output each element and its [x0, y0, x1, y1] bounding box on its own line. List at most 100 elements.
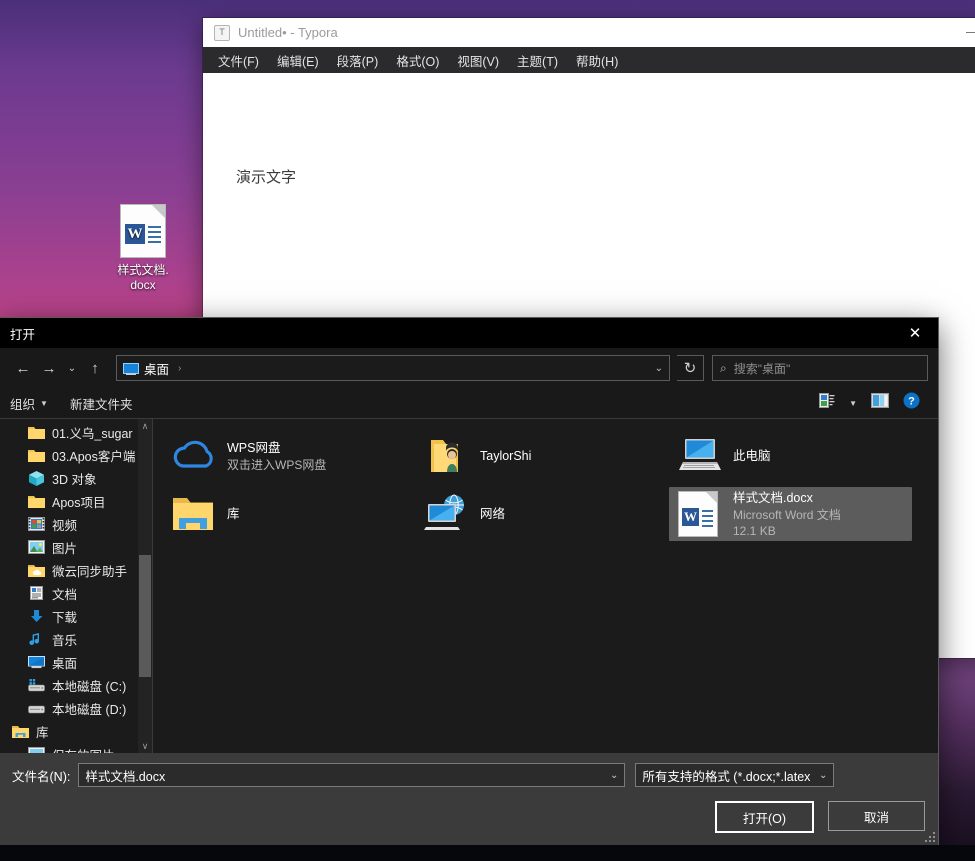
sidebar-item-label: 音乐 — [52, 634, 78, 648]
sidebar-item-downloads[interactable]: 下载 — [0, 605, 152, 628]
sidebar-item-libraries[interactable]: 库 — [0, 720, 152, 743]
filename-label: 文件名(N): — [12, 769, 71, 784]
sidebar-item-label: 库 — [36, 726, 49, 740]
recent-locations-chevron-down-icon[interactable]: ⌄ — [62, 355, 82, 381]
taskbar[interactable] — [0, 845, 975, 861]
arrow-right-icon[interactable]: → — [36, 355, 62, 381]
sidebar-item-videos[interactable]: 视频 — [0, 513, 152, 536]
file-item-taylorshi[interactable]: TaylorShi — [406, 427, 659, 485]
sidebar-item-label: 图片 — [52, 542, 78, 556]
dialog-footer: 文件名(N): 样式文档.docx ⌄ 所有支持的格式 (*.docx;*.la… — [0, 753, 938, 845]
arrow-up-icon[interactable]: ↑ — [82, 355, 108, 381]
arrow-left-icon[interactable]: ← — [10, 355, 36, 381]
breadcrumb-current[interactable]: 桌面 — [144, 359, 169, 378]
view-options-icon[interactable] — [819, 392, 835, 414]
word-doc-icon: W — [121, 205, 165, 257]
cancel-button[interactable]: 取消 — [828, 801, 925, 831]
close-icon[interactable]: ✕ — [892, 318, 938, 348]
sidebar-item-weiyun-sync[interactable]: 微云同步助手 — [0, 559, 152, 582]
view-chevron-down-icon[interactable]: ▼ — [849, 399, 857, 408]
open-button[interactable]: 打开(O) — [715, 801, 814, 833]
sidebar-item-label: 01.义乌_sugar — [52, 427, 133, 441]
sidebar-item-saved-pictures[interactable]: 保存的图片 — [0, 743, 152, 753]
file-item-wps-cloud[interactable]: WPS网盘 双击进入WPS网盘 — [153, 427, 406, 485]
chevron-right-icon[interactable]: › — [178, 363, 181, 374]
menu-item-help[interactable]: 帮助(H) — [567, 47, 627, 74]
menu-item-view[interactable]: 视图(V) — [448, 47, 508, 74]
system-drive-icon — [28, 678, 45, 693]
filename-value: 样式文档.docx — [85, 769, 166, 784]
resize-grip-icon[interactable] — [923, 830, 935, 842]
cloud-icon — [169, 434, 217, 478]
this-pc-icon — [675, 434, 723, 478]
open-file-dialog: 打开 ✕ ← → ⌄ ↑ 桌面 › ⌄ ↻ ⌕ 搜索"桌面" 组织 ▼ 新建文件… — [0, 318, 938, 845]
pictures-icon — [28, 540, 45, 555]
3d-objects-icon — [28, 471, 45, 486]
toolbar-right-group: ▼ ? — [819, 392, 928, 414]
dialog-toolbar: 组织 ▼ 新建文件夹 ▼ ? — [0, 388, 938, 419]
new-folder-button[interactable]: 新建文件夹 — [70, 394, 133, 413]
file-item-text: TaylorShi — [480, 448, 531, 465]
file-name: 网络 — [480, 506, 506, 521]
chevron-down-icon[interactable]: ⌄ — [655, 363, 663, 374]
sidebar-item-desktop[interactable]: 桌面 — [0, 651, 152, 674]
chevron-up-icon[interactable]: ∧ — [138, 419, 152, 433]
filename-row: 文件名(N): 样式文档.docx ⌄ 所有支持的格式 (*.docx;*.la… — [12, 763, 926, 787]
file-item-network[interactable]: 网络 — [406, 485, 659, 543]
filetype-value: 所有支持的格式 (*.docx;*.latex — [642, 769, 811, 784]
menu-item-edit[interactable]: 编辑(E) — [268, 47, 328, 74]
filename-input[interactable]: 样式文档.docx ⌄ — [78, 763, 626, 787]
chevron-down-icon[interactable]: ⌄ — [610, 770, 618, 781]
chevron-down-icon[interactable]: ∨ — [138, 739, 152, 753]
sidebar-item-label: 03.Apos客户端 — [52, 450, 136, 464]
file-item-style-document-docx[interactable]: W 样式文档.docx Microsoft Word 文档 12.1 KB — [659, 485, 912, 543]
navigation-tree: 01.义乌_sugar 03.Apos客户端 3D 对象 Apos项目 视频 图… — [0, 419, 152, 753]
sidebar-item-music[interactable]: 音乐 — [0, 628, 152, 651]
file-item-text: 库 — [227, 506, 240, 523]
menu-item-theme[interactable]: 主题(T) — [508, 47, 567, 74]
chevron-down-icon: ▼ — [40, 398, 48, 408]
file-item-this-pc[interactable]: 此电脑 — [659, 427, 912, 485]
sidebar-item-3d-objects[interactable]: 3D 对象 — [0, 467, 152, 490]
sidebar-item-local-disk-c[interactable]: 本地磁盘 (C:) — [0, 674, 152, 697]
file-name: 此电脑 — [733, 448, 771, 463]
menu-item-file[interactable]: 文件(F) — [209, 47, 268, 74]
navigation-scrollbar[interactable]: ∧ ∨ — [138, 419, 152, 753]
desktop-icon-label-line2: docx — [130, 278, 156, 292]
chevron-down-icon[interactable]: ⌄ — [815, 770, 827, 781]
sidebar-item-03-apos-client[interactable]: 03.Apos客户端 — [0, 444, 152, 467]
sidebar-item-label: 微云同步助手 — [52, 565, 128, 579]
dialog-navbar: ← → ⌄ ↑ 桌面 › ⌄ ↻ ⌕ 搜索"桌面" — [0, 348, 938, 388]
typora-titlebar: T Untitled• - Typora — [203, 18, 975, 47]
downloads-icon — [28, 609, 45, 624]
preview-pane-icon[interactable] — [871, 393, 889, 413]
search-icon: ⌕ — [720, 360, 727, 375]
library-icon — [12, 724, 29, 739]
file-list-pane[interactable]: WPS网盘 双击进入WPS网盘 TaylorShi 此电脑 库 网络 W 样式文… — [153, 419, 938, 753]
sidebar-item-documents[interactable]: 文档 — [0, 582, 152, 605]
menu-item-paragraph[interactable]: 段落(P) — [328, 47, 388, 74]
editor-paragraph: 演示文字 — [236, 169, 297, 186]
sidebar-item-local-disk-d[interactable]: 本地磁盘 (D:) — [0, 697, 152, 720]
search-input[interactable]: ⌕ 搜索"桌面" — [712, 355, 928, 381]
sidebar-item-label: 本地磁盘 (D:) — [52, 703, 127, 717]
file-item-libraries[interactable]: 库 — [153, 485, 406, 543]
sidebar-item-label: 桌面 — [52, 657, 78, 671]
address-bar[interactable]: 桌面 › ⌄ — [116, 355, 670, 381]
sidebar-item-apos-project[interactable]: Apos项目 — [0, 490, 152, 513]
file-item-text: 样式文档.docx Microsoft Word 文档 12.1 KB — [733, 490, 841, 539]
typora-title-text: Untitled• - Typora — [238, 25, 338, 40]
minimize-icon[interactable] — [949, 18, 975, 47]
scrollbar-thumb[interactable] — [139, 555, 151, 677]
sidebar-item-label: Apos项目 — [52, 496, 106, 510]
desktop-file-icon[interactable]: W 样式文档. docx — [105, 205, 181, 293]
file-type: Microsoft Word 文档 — [733, 507, 841, 522]
filetype-select[interactable]: 所有支持的格式 (*.docx;*.latex ⌄ — [635, 763, 835, 787]
desktop-icon — [123, 362, 139, 375]
sidebar-item-pictures[interactable]: 图片 — [0, 536, 152, 559]
menu-item-format[interactable]: 格式(O) — [387, 47, 448, 74]
help-icon[interactable]: ? — [903, 392, 920, 414]
refresh-icon[interactable]: ↻ — [677, 355, 704, 381]
sidebar-item-01-yiwu-sugar[interactable]: 01.义乌_sugar — [0, 421, 152, 444]
organize-button[interactable]: 组织 ▼ — [10, 394, 48, 413]
